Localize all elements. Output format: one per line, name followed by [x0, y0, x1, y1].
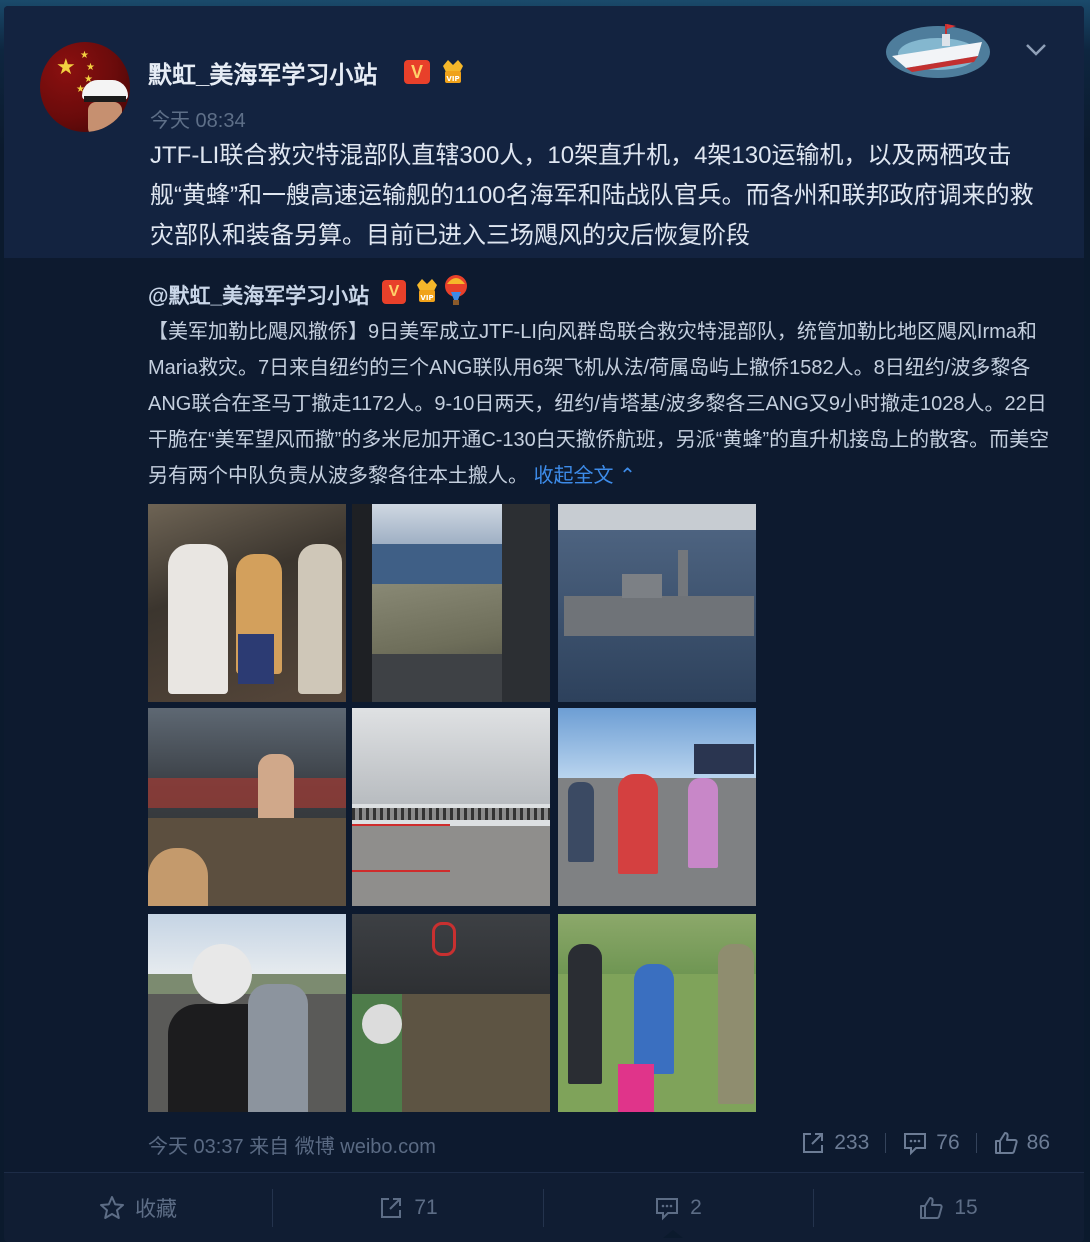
comment-icon — [656, 1198, 679, 1221]
photo-grid — [148, 504, 760, 1116]
action-bar: 收藏 71 2 15 — [4, 1172, 1084, 1242]
star-icon — [100, 1196, 124, 1219]
collapse-link[interactable]: 收起全文 ⌃ — [534, 465, 636, 487]
post-username[interactable]: 默虹_美海军学习小站 — [148, 55, 377, 90]
repost-verified-badge: V — [382, 280, 406, 304]
ship-icon — [886, 24, 990, 78]
vip-crown-icon: VIP — [443, 60, 463, 83]
repost-like-stat[interactable]: 86 — [993, 1130, 1050, 1156]
airfield-crowd-photo[interactable] — [558, 708, 756, 906]
svg-text:VIP: VIP — [420, 294, 433, 302]
aircraft-hold-crowd-photo[interactable] — [148, 708, 346, 906]
verified-badge: V — [404, 60, 430, 84]
favorite-button[interactable]: 收藏 — [4, 1173, 272, 1242]
post-text: JTF-LI联合救灾特混部队直辖300人，10架直升机，4架130运输机，以及两… — [150, 142, 1034, 249]
weibo-post-card: ★ ★ ★ ★ ★ 默虹_美海军学习小站 V VIP 今天 08:34 JTF-… — [4, 6, 1084, 1242]
comment-pointer — [663, 1230, 683, 1238]
cargo-plane-evacuees-photo[interactable] — [148, 504, 346, 702]
thumbs-up-icon — [994, 1132, 1018, 1154]
post-timestamp[interactable]: 今天 08:34 — [150, 104, 246, 133]
amphibious-ship-photo[interactable] — [558, 504, 756, 702]
avatar[interactable]: ★ ★ ★ ★ ★ — [40, 42, 130, 132]
comment-icon — [904, 1133, 927, 1156]
repost-stats: 233 76 86 — [800, 1128, 1050, 1158]
svg-text:VIP: VIP — [446, 75, 459, 83]
reposted-content: @默虹_美海军学习小站 V VIP 【美军加勒比飓风撤侨】9日美军成立JTF-L… — [4, 258, 1084, 1172]
repost-share-stat[interactable]: 233 — [800, 1130, 869, 1156]
like-button[interactable]: 15 — [814, 1173, 1082, 1242]
airport-queue-photo[interactable] — [352, 708, 550, 906]
helicopter-cabin-photo[interactable] — [352, 914, 550, 1112]
chevron-down-icon[interactable] — [1022, 36, 1050, 64]
vip-crown-icon: VIP — [417, 279, 437, 302]
helmet-crew-photo[interactable] — [148, 914, 346, 1112]
repost-button[interactable]: 71 — [274, 1173, 542, 1242]
original-post: ★ ★ ★ ★ ★ 默虹_美海军学习小站 V VIP 今天 08:34 JTF-… — [4, 6, 1084, 258]
share-icon — [803, 1133, 824, 1153]
field-evacuees-photo[interactable] — [558, 914, 756, 1112]
repost-username[interactable]: @默虹_美海军学习小站 — [148, 280, 369, 310]
aerial-island-view-photo[interactable] — [352, 504, 550, 702]
repost-body: 【美军加勒比飓风撤侨】9日美军成立JTF-LI向风群岛联合救灾特混部队，统管加勒… — [148, 321, 1050, 487]
repost-comment-stat[interactable]: 76 — [902, 1130, 960, 1156]
repost-text: 【美军加勒比飓风撤侨】9日美军成立JTF-LI向风群岛联合救灾特混部队，统管加勒… — [148, 314, 1053, 494]
share-icon — [381, 1198, 402, 1218]
balloon-icon — [445, 275, 467, 305]
repost-source[interactable]: 今天 03:37 来自 微博 weibo.com — [148, 1130, 436, 1159]
thumbs-up-icon — [920, 1197, 943, 1219]
